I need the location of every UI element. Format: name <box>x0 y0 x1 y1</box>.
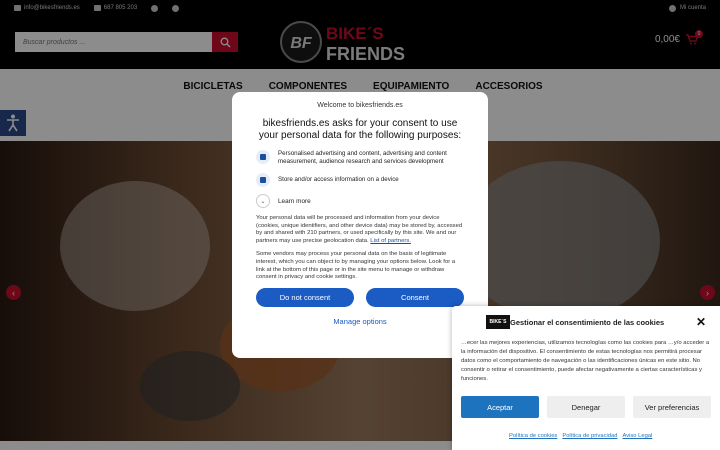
manage-options-button[interactable]: Manage options <box>256 317 464 326</box>
accept-button[interactable]: Aceptar <box>461 396 539 418</box>
purpose-advertising-text: Personalised advertising and content, ad… <box>278 150 447 165</box>
purpose-advertising: Personalised advertising and content, ad… <box>256 150 464 166</box>
consent-welcome: Welcome to bikesfriends.es <box>317 102 403 109</box>
device-icon <box>256 173 270 187</box>
consent-button[interactable]: Consent <box>366 287 464 307</box>
preferences-button[interactable]: Ver preferencias <box>633 396 711 418</box>
chevron-down-icon: ⌄ <box>256 194 270 208</box>
cookie-banner-title: Gestionar el consentimiento de las cooki… <box>510 318 665 327</box>
cookie-links: Política de cookies Política de privacid… <box>509 433 652 439</box>
consent-heading: bikesfriends.es asks for your consent to… <box>258 118 462 141</box>
cookie-logo-text: BIKE´S <box>489 319 507 325</box>
consent-paragraph-2: Some vendors may process your personal d… <box>256 251 456 281</box>
cookie-banner-text: …ecer las mejores experiencias, utilizam… <box>461 340 710 382</box>
partners-link[interactable]: List of partners. <box>370 238 411 244</box>
purpose-storage-text: Store and/or access information on a dev… <box>278 176 399 183</box>
consent-buttons: Do not consent Consent <box>256 287 464 307</box>
cookie-banner: BIKE´S Gestionar el consentimiento de la… <box>452 306 720 450</box>
person-icon <box>256 150 270 164</box>
cookie-banner-logo: BIKE´S <box>486 315 510 329</box>
consent-paragraph-1-text: Your personal data will be processed and… <box>256 215 463 244</box>
close-icon[interactable]: ✕ <box>696 315 706 329</box>
legal-notice-link[interactable]: Aviso Legal <box>622 433 652 439</box>
purpose-storage: Store and/or access information on a dev… <box>256 173 464 187</box>
cookie-buttons: Aceptar Denegar Ver preferencias <box>461 396 711 418</box>
consent-paragraph-1: Your personal data will be processed and… <box>256 215 464 245</box>
consent-dialog: Welcome to bikesfriends.es bikesfriends.… <box>232 92 488 358</box>
privacy-policy-link[interactable]: Política de privacidad <box>562 433 617 439</box>
learn-more-toggle[interactable]: ⌄ Learn more <box>256 194 464 208</box>
cookie-policy-link[interactable]: Política de cookies <box>509 433 557 439</box>
do-not-consent-button[interactable]: Do not consent <box>256 287 354 307</box>
learn-more-label: Learn more <box>278 197 311 205</box>
deny-button[interactable]: Denegar <box>547 396 625 418</box>
